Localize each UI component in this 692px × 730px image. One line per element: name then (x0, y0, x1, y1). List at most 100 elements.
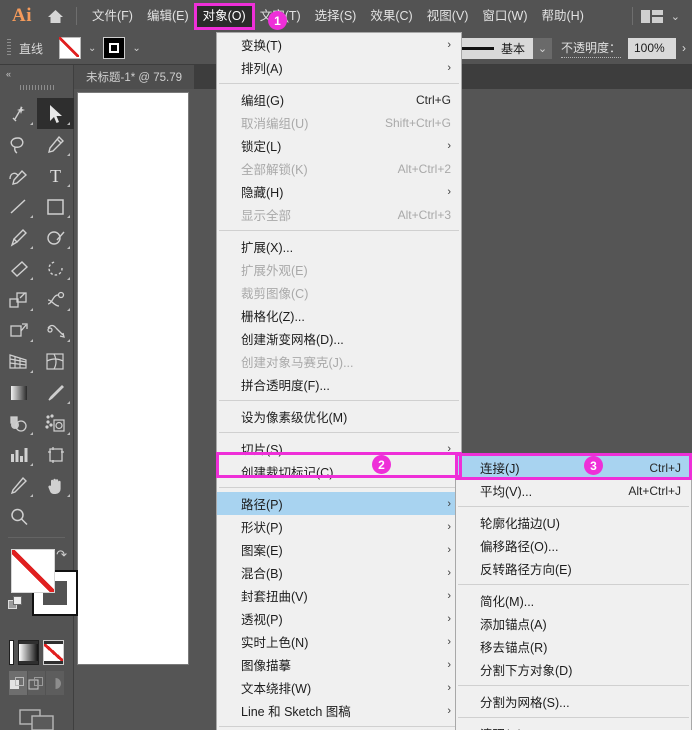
path-submenu-item[interactable]: 连接(J) Ctrl+J (456, 456, 691, 479)
curvature-tool[interactable] (0, 160, 37, 191)
menu-select[interactable]: 选择(S) (308, 5, 364, 28)
mesh-tool[interactable] (37, 346, 74, 377)
stroke-swatch[interactable] (103, 37, 126, 59)
symbol-sprayer-tool[interactable] (37, 408, 74, 439)
object-menu-item[interactable]: 图案(E) › (217, 538, 461, 561)
collapse-chevrons-icon[interactable]: « (0, 65, 73, 81)
fill-chevron-down-icon[interactable]: ⌄ (81, 43, 103, 54)
object-menu-item[interactable]: 实时上色(N) › (217, 630, 461, 653)
column-graph-tool[interactable] (0, 439, 37, 470)
draw-inside-mode-button[interactable] (46, 671, 65, 695)
rectangle-tool[interactable] (37, 191, 74, 222)
menu-help[interactable]: 帮助(H) (535, 5, 591, 28)
artboard-tool[interactable] (37, 439, 74, 470)
color-mode-none-button[interactable] (43, 640, 64, 665)
object-menu-item[interactable]: 图像描摹 › (217, 653, 461, 676)
object-menu-item[interactable]: 排列(A) › (217, 56, 461, 79)
blend-tool[interactable] (0, 408, 37, 439)
draw-behind-mode-button[interactable] (27, 671, 46, 695)
line-segment-tool[interactable] (0, 191, 37, 222)
change-screen-mode-icon[interactable] (0, 707, 73, 730)
menu-file[interactable]: 文件(F) (85, 5, 140, 28)
object-menu-item[interactable]: 文本绕排(W) › (217, 676, 461, 699)
object-menu-item-shortcut: Alt+Ctrl+2 (397, 161, 451, 176)
path-submenu-item[interactable]: 添加锚点(A) (456, 612, 691, 635)
gradient-tool[interactable] (0, 377, 37, 408)
opacity-input[interactable]: 100% (628, 37, 676, 59)
default-fill-stroke-icon[interactable] (8, 596, 23, 616)
color-mode-gradient-button[interactable] (18, 640, 39, 665)
type-tool[interactable]: T (37, 160, 74, 191)
path-submenu-item[interactable]: 简化(M)... (456, 589, 691, 612)
artboard[interactable] (77, 92, 189, 665)
object-menu-item[interactable]: 扩展(X)... (217, 235, 461, 258)
object-menu-item[interactable]: 锁定(L) › (217, 134, 461, 157)
magic-wand-tool[interactable] (0, 98, 37, 129)
fill-swatch[interactable] (59, 37, 82, 59)
tools-panel-grip[interactable] (19, 85, 54, 90)
scale-tool[interactable] (0, 284, 37, 315)
control-bar-grip[interactable] (7, 39, 11, 57)
object-menu-item[interactable]: 创建裁切标记(C) (217, 460, 461, 483)
object-menu-item[interactable]: 编组(G) Ctrl+G (217, 88, 461, 111)
object-menu-item[interactable]: 混合(B) › (217, 561, 461, 584)
object-menu-item[interactable]: 创建渐变网格(D)... (217, 327, 461, 350)
eraser-tool[interactable] (0, 253, 37, 284)
control-bar-overflow-button[interactable]: › (676, 41, 692, 55)
object-menu-item[interactable]: 切片(S) › (217, 437, 461, 460)
object-menu-item[interactable]: 封套扭曲(V) › (217, 584, 461, 607)
path-submenu-item[interactable]: 平均(V)... Alt+Ctrl+J (456, 479, 691, 502)
lasso-tool[interactable] (0, 129, 37, 160)
menu-edit[interactable]: 编辑(E) (140, 5, 196, 28)
path-submenu-item[interactable]: 轮廓化描边(U) (456, 511, 691, 534)
menubar-divider (76, 7, 77, 25)
document-tab[interactable]: 未标题-1* @ 75.79 (74, 65, 195, 89)
perspective-grid-tool[interactable] (0, 346, 37, 377)
object-menu-dropdown[interactable]: 变换(T) › 排列(A) › 编组(G) Ctrl+G 取消编组(U) Shift+Ctrl… (216, 32, 462, 730)
pen-tool[interactable] (37, 129, 74, 160)
object-menu-item[interactable]: 变换(T) › (217, 33, 461, 56)
rotate-tool[interactable] (37, 253, 74, 284)
path-submenu-item-label: 移去锚点(R) (480, 641, 548, 655)
zoom-tool[interactable] (0, 501, 37, 532)
chevron-down-icon[interactable]: ⌄ (671, 10, 680, 23)
workspace-switcher-icon[interactable] (640, 9, 663, 23)
free-transform-tool[interactable] (0, 315, 37, 346)
object-menu-item-label: 图像描摹 (241, 659, 292, 673)
object-menu-item[interactable]: Line 和 Sketch 图稿 › (217, 699, 461, 722)
menu-separator (458, 584, 689, 585)
object-menu-item[interactable]: 拼合透明度(F)... (217, 373, 461, 396)
fill-color-box[interactable] (11, 549, 55, 593)
object-menu-item[interactable]: 形状(P) › (217, 515, 461, 538)
menu-object[interactable]: 对象(O) (193, 2, 255, 30)
shape-builder-tool[interactable] (37, 315, 74, 346)
home-icon[interactable] (42, 9, 68, 24)
width-tool[interactable] (37, 284, 74, 315)
path-submenu-item[interactable]: 分割下方对象(D) (456, 658, 691, 681)
color-mode-flat-button[interactable] (9, 640, 14, 665)
shaper-tool[interactable] (37, 222, 74, 253)
menu-view[interactable]: 视图(V) (420, 5, 476, 28)
object-menu-item[interactable]: 隐藏(H) › (217, 180, 461, 203)
selection-tool[interactable] (37, 98, 74, 129)
path-submenu-dropdown[interactable]: 连接(J) Ctrl+J 平均(V)... Alt+Ctrl+J 轮廓化描边(U) 偏移路… (455, 455, 692, 730)
object-menu-item[interactable]: 设为像素级优化(M) (217, 405, 461, 428)
eyedropper-tool[interactable] (37, 377, 74, 408)
draw-normal-mode-button[interactable] (9, 671, 27, 695)
slice-tool[interactable] (0, 470, 37, 501)
swap-fill-stroke-icon[interactable]: ↷ (56, 547, 67, 563)
object-menu-item[interactable]: 栅格化(Z)... (217, 304, 461, 327)
path-submenu-item[interactable]: 偏移路径(O)... (456, 534, 691, 557)
menu-window[interactable]: 窗口(W) (475, 5, 534, 28)
path-submenu-item[interactable]: 清理(C)... (456, 722, 691, 730)
path-submenu-item[interactable]: 反转路径方向(E) (456, 557, 691, 580)
stroke-profile-dropdown-button[interactable]: ⌄ (532, 37, 552, 59)
object-menu-item[interactable]: 透视(P) › (217, 607, 461, 630)
hand-tool[interactable] (37, 470, 74, 501)
paintbrush-tool[interactable] (0, 222, 37, 253)
path-submenu-item[interactable]: 分割为网格(S)... (456, 690, 691, 713)
menu-effect[interactable]: 效果(C) (363, 5, 419, 28)
object-menu-item[interactable]: 路径(P) › (217, 492, 461, 515)
stroke-chevron-down-icon[interactable]: ⌄ (125, 43, 147, 54)
path-submenu-item[interactable]: 移去锚点(R) (456, 635, 691, 658)
